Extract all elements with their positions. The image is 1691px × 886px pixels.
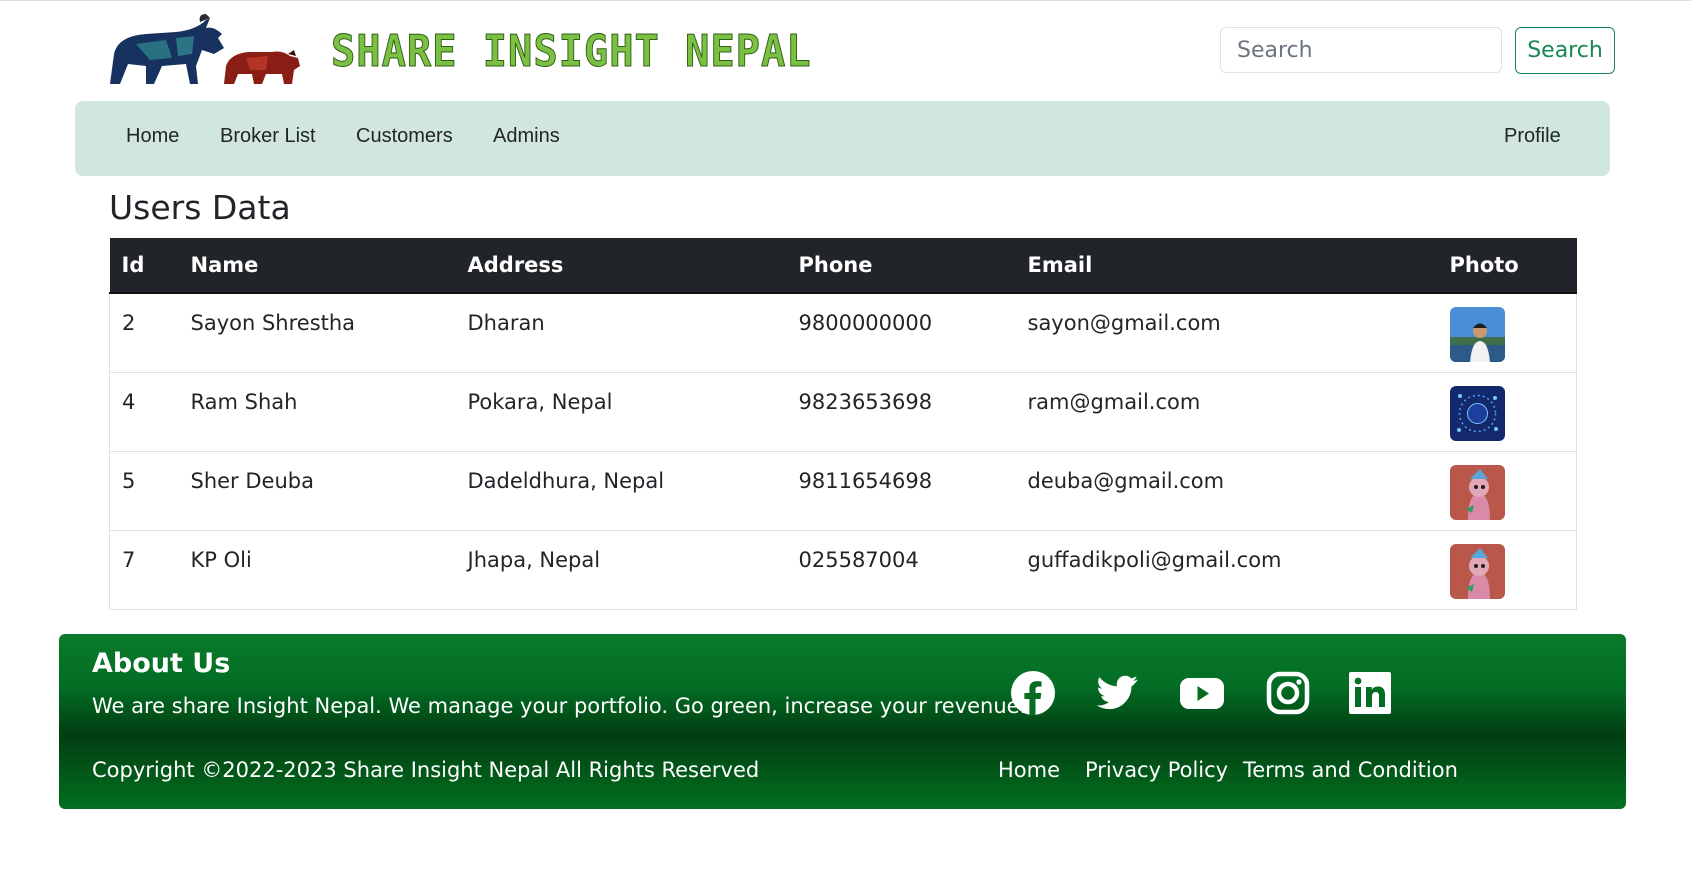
brand-wordmark: SHARE INSIGHT NEPAL (331, 26, 812, 78)
column-header-phone: Phone (786, 238, 1016, 294)
table-row: 7 KP Oli Jhapa, Nepal 025587004 guffadik… (109, 530, 1577, 610)
site-logo[interactable]: SHARE INSIGHT NEPAL (106, 14, 811, 90)
cell-email: ram@gmail.com (1015, 372, 1438, 452)
cell-name: Ram Shah (178, 372, 456, 452)
footer-link-home[interactable]: Home (998, 758, 1060, 782)
cell-address: Dadeldhura, Nepal (455, 451, 787, 531)
cell-id: 2 (109, 293, 179, 373)
column-header-name: Name (178, 238, 456, 294)
nav-admins[interactable]: Admins (493, 125, 560, 148)
cell-email: sayon@gmail.com (1015, 293, 1438, 373)
footer-link-privacy-policy[interactable]: Privacy Policy (1085, 758, 1228, 782)
cell-photo (1437, 451, 1577, 531)
youtube-icon[interactable] (1179, 670, 1225, 716)
column-header-email: Email (1015, 238, 1438, 294)
bull-bear-logo-icon (110, 14, 300, 84)
cell-phone: 9811654698 (786, 451, 1016, 531)
users-table: Id Name Address Phone Email Photo 2 Sayo… (109, 238, 1577, 610)
nav-customers[interactable]: Customers (356, 125, 453, 148)
nav-broker-list[interactable]: Broker List (220, 125, 316, 148)
footer-link-terms[interactable]: Terms and Condition (1243, 758, 1458, 782)
about-text: We are share Insight Nepal. We manage yo… (92, 694, 1027, 718)
column-header-address: Address (455, 238, 787, 294)
instagram-icon[interactable] (1265, 670, 1311, 716)
nav-profile[interactable]: Profile (1504, 125, 1561, 148)
cell-photo (1437, 530, 1577, 610)
user-photo[interactable] (1449, 385, 1505, 441)
table-row: 2 Sayon Shrestha Dharan 9800000000 sayon… (109, 293, 1577, 373)
cell-id: 4 (109, 372, 179, 452)
copyright-text: Copyright ©2022-2023 Share Insight Nepal… (92, 758, 760, 782)
search-input[interactable] (1220, 27, 1502, 73)
cell-photo (1437, 372, 1577, 452)
cell-photo (1437, 293, 1577, 373)
cell-email: deuba@gmail.com (1015, 451, 1438, 531)
column-header-photo: Photo (1437, 238, 1577, 294)
cell-phone: 025587004 (786, 530, 1016, 610)
cell-email: guffadikpoli@gmail.com (1015, 530, 1438, 610)
main-navbar: Home Broker List Customers Admins Profil… (75, 101, 1610, 176)
cell-address: Jhapa, Nepal (455, 530, 787, 610)
cell-phone: 9823653698 (786, 372, 1016, 452)
user-photo[interactable] (1449, 464, 1505, 520)
cell-name: Sayon Shrestha (178, 293, 456, 373)
nav-home[interactable]: Home (126, 125, 179, 148)
twitter-icon[interactable] (1094, 670, 1140, 716)
cell-name: Sher Deuba (178, 451, 456, 531)
facebook-icon[interactable] (1010, 670, 1056, 716)
cell-id: 5 (109, 451, 179, 531)
user-photo[interactable] (1449, 543, 1505, 599)
top-border (0, 0, 1691, 5)
user-photo[interactable] (1449, 307, 1505, 362)
linkedin-icon[interactable] (1347, 670, 1393, 716)
search-button[interactable]: Search (1515, 27, 1615, 74)
cell-address: Dharan (455, 293, 787, 373)
table-row: 5 Sher Deuba Dadeldhura, Nepal 981165469… (109, 451, 1577, 531)
cell-address: Pokara, Nepal (455, 372, 787, 452)
cell-name: KP Oli (178, 530, 456, 610)
column-header-id: Id (109, 238, 179, 294)
page-title: Users Data (109, 188, 291, 227)
table-header-row: Id Name Address Phone Email Photo (109, 238, 1577, 294)
cell-phone: 9800000000 (786, 293, 1016, 373)
cell-id: 7 (109, 530, 179, 610)
about-title: About Us (92, 648, 231, 679)
table-row: 4 Ram Shah Pokara, Nepal 9823653698 ram@… (109, 372, 1577, 452)
site-footer: About Us We are share Insight Nepal. We … (59, 634, 1626, 809)
